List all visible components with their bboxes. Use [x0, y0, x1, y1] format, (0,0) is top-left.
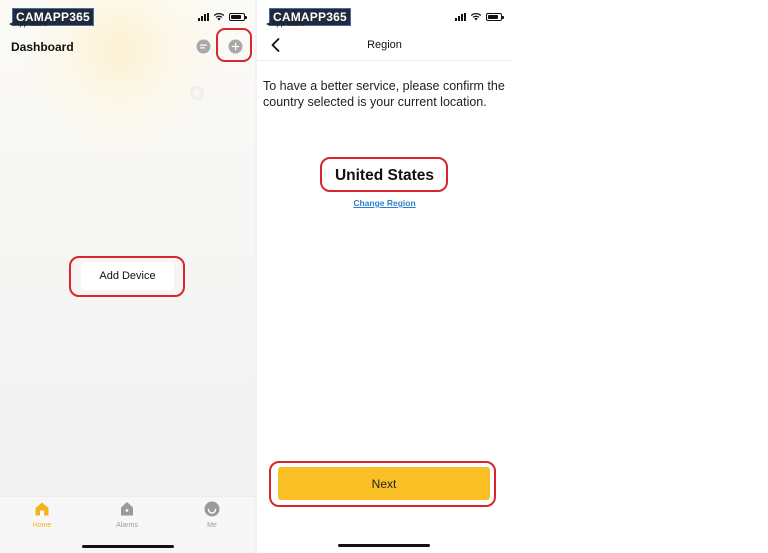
page-title: Region [367, 39, 402, 51]
system-indicators [198, 12, 247, 21]
add-icon[interactable] [228, 39, 243, 54]
home-indicator [338, 544, 430, 547]
tab-home[interactable]: Home [12, 501, 72, 529]
home-indicator [82, 545, 174, 548]
selected-country: United States [334, 167, 435, 184]
tab-bar: Home Alarms Me [0, 496, 255, 553]
home-icon [35, 502, 49, 516]
add-device-button[interactable]: Add Device [81, 262, 174, 290]
battery-icon [486, 12, 504, 21]
tab-alarms-label: Alarms [116, 522, 138, 529]
background-bokeh [190, 86, 204, 100]
back-to-app-store-link[interactable]: ◂ App Store [266, 19, 305, 28]
next-button[interactable]: Next [278, 467, 490, 500]
cellular-signal-icon [455, 12, 466, 21]
status-bar: CAMAPP365 ◂ App Store [0, 6, 255, 32]
wifi-icon [470, 13, 482, 21]
battery-icon [229, 12, 247, 21]
tab-me[interactable]: Me [182, 501, 242, 529]
status-bar: CAMAPP365 ◂ App Store [257, 6, 512, 32]
profile-icon [204, 501, 220, 517]
tab-home-label: Home [32, 522, 52, 529]
message-icon[interactable] [196, 39, 211, 54]
alarm-icon [121, 502, 133, 516]
navigation-bar: Region [257, 32, 512, 61]
tab-me-label: Me [207, 522, 217, 529]
wifi-icon [213, 13, 225, 21]
system-indicators [455, 12, 504, 21]
back-to-app-store-link[interactable]: ◂ App Store [9, 19, 48, 28]
change-region-link[interactable]: Change Region [257, 198, 512, 208]
region-description: To have a better service, please confirm… [263, 79, 505, 109]
page-title: Dashboard [11, 40, 74, 54]
tab-alarms[interactable]: Alarms [97, 501, 157, 529]
cellular-signal-icon [198, 12, 209, 21]
